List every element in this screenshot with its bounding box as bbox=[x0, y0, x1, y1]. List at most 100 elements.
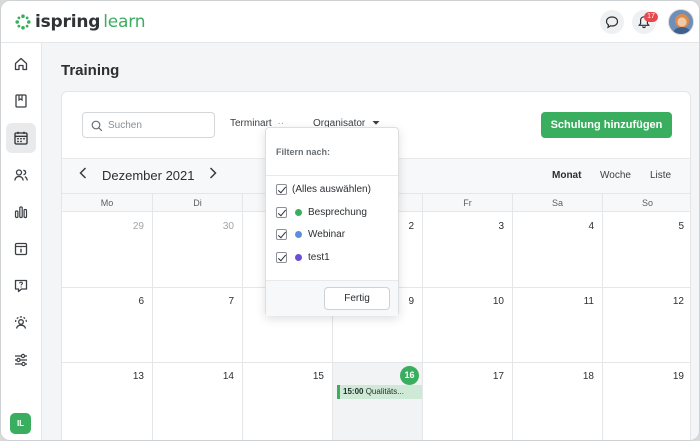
reports-icon bbox=[14, 206, 28, 219]
filter-option-label: Besprechung bbox=[308, 206, 367, 218]
day-cell[interactable]: 18 bbox=[512, 363, 602, 440]
add-training-button[interactable]: Schulung hinzufügen bbox=[541, 112, 672, 138]
users-icon bbox=[14, 169, 28, 181]
weekday-header: Mo bbox=[100, 198, 114, 208]
weekday-header: Sa bbox=[512, 194, 602, 213]
filter-option-label: Webinar bbox=[308, 228, 346, 240]
day-number: 18 bbox=[582, 371, 594, 382]
calendar-icon bbox=[14, 131, 28, 145]
filter-option-label: test1 bbox=[308, 251, 330, 263]
filter-dropdown-panel: Filtern nach: (Alles auswählen) Besprech… bbox=[265, 127, 399, 316]
day-cell[interactable]: 7 bbox=[152, 288, 242, 363]
checkbox-checked[interactable] bbox=[276, 228, 287, 240]
settings-sliders-icon bbox=[15, 353, 27, 367]
day-cell[interactable]: 11 bbox=[512, 288, 602, 363]
day-cell[interactable]: 3 bbox=[422, 213, 512, 288]
day-cell[interactable]: 14 bbox=[152, 363, 242, 440]
day-number: 9 bbox=[408, 296, 414, 307]
day-number: 4 bbox=[588, 221, 594, 232]
sidebar-item-support[interactable] bbox=[6, 308, 36, 338]
day-number: 17 bbox=[492, 371, 504, 382]
logo-secondary-text: learn bbox=[103, 12, 146, 32]
day-number: 5 bbox=[678, 221, 684, 232]
day-cell[interactable]: 17 bbox=[422, 363, 512, 440]
prev-month-button[interactable] bbox=[76, 166, 90, 182]
chevron-left-icon bbox=[79, 167, 87, 179]
day-number: 2 bbox=[408, 221, 414, 232]
home-icon bbox=[14, 57, 28, 71]
day-number: 7 bbox=[228, 296, 234, 307]
day-number: 11 bbox=[583, 296, 594, 307]
notification-badge: 17 bbox=[644, 12, 658, 22]
book-icon bbox=[15, 94, 27, 108]
checkbox-checked[interactable] bbox=[276, 183, 287, 195]
done-button[interactable]: Fertig bbox=[324, 287, 390, 310]
sidebar-item-reports[interactable] bbox=[6, 197, 36, 227]
day-number: 19 bbox=[672, 371, 684, 382]
event-time: 15:00 bbox=[343, 387, 364, 396]
top-bar: ispring learn 17 bbox=[1, 1, 699, 43]
checkbox-checked[interactable] bbox=[276, 251, 287, 263]
sidebar-item-help[interactable] bbox=[6, 271, 36, 301]
color-dot bbox=[295, 230, 302, 238]
filter-option-select-all[interactable]: (Alles auswählen) bbox=[276, 182, 371, 196]
day-cell[interactable]: 4 bbox=[512, 213, 602, 288]
search-input[interactable]: Suchen bbox=[82, 112, 215, 138]
filter-dropdown-header: Filtern nach: bbox=[266, 128, 398, 176]
filter-dropdown-footer: Fertig bbox=[266, 280, 398, 316]
filter-option-label: (Alles auswählen) bbox=[292, 183, 371, 195]
user-initials-chip[interactable]: IL bbox=[10, 413, 31, 434]
current-month-label: Dezember 2021 bbox=[102, 168, 195, 183]
day-number: 10 bbox=[492, 296, 504, 307]
day-number: 13 bbox=[132, 371, 144, 382]
today-day-number: 16 bbox=[400, 366, 419, 385]
view-tab-month[interactable]: Monat bbox=[552, 170, 581, 181]
day-cell[interactable]: 10 bbox=[422, 288, 512, 363]
day-cell[interactable]: 6 bbox=[62, 288, 152, 363]
chevron-right-icon bbox=[209, 167, 217, 179]
calendar-event[interactable]: 15:00 Qualitäts... bbox=[337, 385, 423, 399]
sidebar-item-info[interactable] bbox=[6, 234, 36, 264]
checkbox-checked[interactable] bbox=[276, 206, 287, 218]
sidebar-item-users[interactable] bbox=[6, 160, 36, 190]
help-icon bbox=[14, 279, 28, 293]
next-month-button[interactable] bbox=[206, 166, 220, 182]
avatar[interactable] bbox=[668, 9, 694, 35]
sidebar-item-library[interactable] bbox=[6, 86, 36, 116]
color-dot bbox=[295, 253, 302, 261]
day-number: 3 bbox=[498, 221, 504, 232]
sidebar-item-calendar[interactable] bbox=[6, 123, 36, 153]
view-tab-week[interactable]: Woche bbox=[600, 170, 631, 181]
caret-down-icon bbox=[372, 121, 380, 126]
day-cell[interactable]: 16 15:00 Qualitäts... bbox=[332, 363, 423, 440]
day-cell[interactable]: 29 bbox=[62, 213, 152, 288]
logo[interactable]: ispring learn bbox=[15, 11, 145, 33]
filter-option-webinar[interactable]: Webinar bbox=[276, 227, 345, 241]
day-cell[interactable]: 13 bbox=[62, 363, 152, 440]
weekday-header: Di bbox=[152, 194, 242, 213]
sidebar-item-settings[interactable] bbox=[6, 345, 36, 375]
search-placeholder: Suchen bbox=[108, 120, 142, 131]
day-number: 12 bbox=[672, 296, 684, 307]
page-title: Training bbox=[61, 62, 120, 79]
ispring-logo-icon bbox=[15, 14, 31, 30]
day-cell[interactable]: 5 bbox=[602, 213, 690, 288]
filter-dropdown-title: Filtern nach: bbox=[276, 147, 331, 157]
filter-option-besprechung[interactable]: Besprechung bbox=[276, 205, 367, 219]
day-number: 30 bbox=[222, 221, 234, 232]
day-cell[interactable]: 15 bbox=[242, 363, 332, 440]
view-tab-list[interactable]: Liste bbox=[650, 170, 671, 181]
weekday-header: Fr bbox=[422, 194, 512, 213]
logo-primary-text: ispring bbox=[35, 12, 101, 32]
sidebar-item-home[interactable] bbox=[6, 49, 36, 79]
event-title: Qualitäts... bbox=[365, 387, 404, 396]
day-number: 29 bbox=[132, 221, 144, 232]
filter-option-test1[interactable]: test1 bbox=[276, 250, 330, 264]
sidebar: IL bbox=[1, 43, 42, 440]
day-number: 15 bbox=[312, 371, 324, 382]
day-cell[interactable]: 30 bbox=[152, 213, 242, 288]
chat-button[interactable] bbox=[600, 10, 624, 34]
day-cell[interactable]: 19 bbox=[602, 363, 690, 440]
day-number: 6 bbox=[138, 296, 144, 307]
day-cell[interactable]: 12 bbox=[602, 288, 690, 363]
